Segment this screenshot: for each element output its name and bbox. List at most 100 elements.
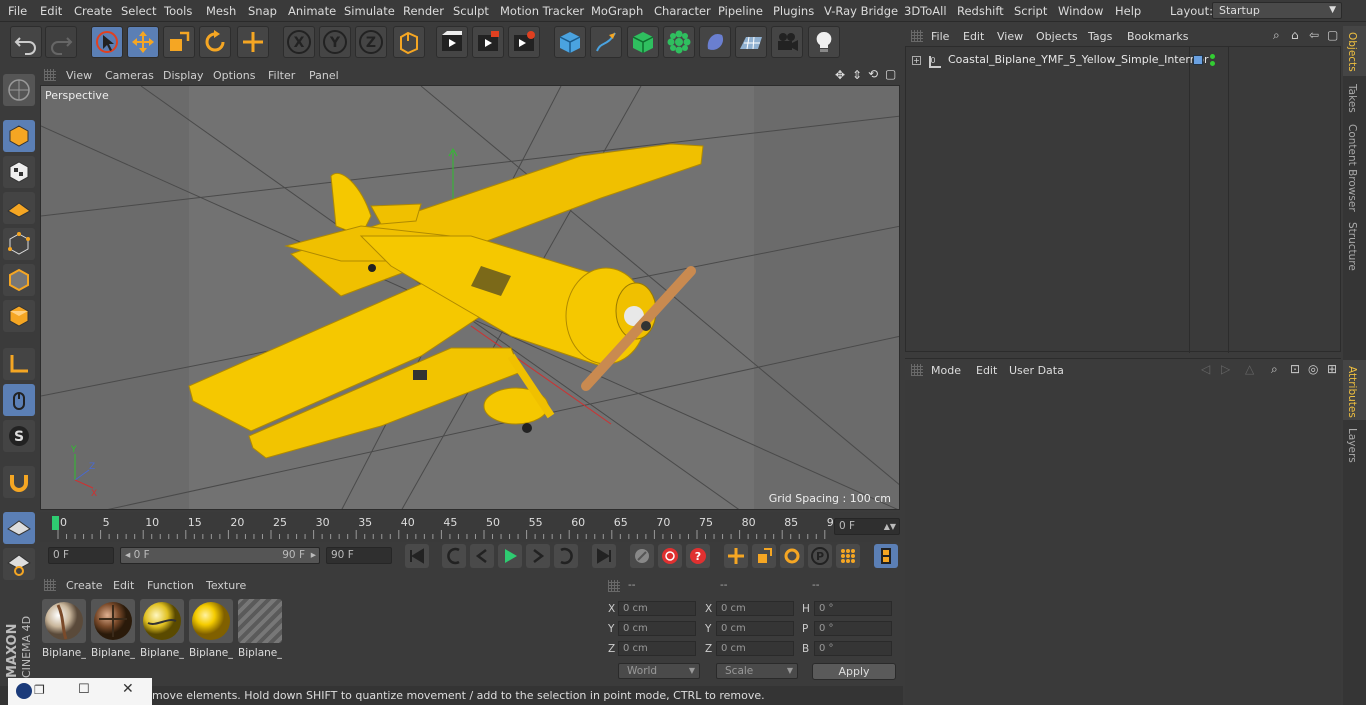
workplane-lock-icon[interactable] bbox=[3, 512, 35, 544]
axis-mode-icon[interactable] bbox=[3, 348, 35, 380]
key-scale-icon[interactable] bbox=[752, 544, 776, 568]
timeline-ruler[interactable]: 051015202530354045505560657075808590 0 F… bbox=[40, 512, 900, 542]
objects-menu-objects[interactable]: Objects bbox=[1036, 30, 1078, 43]
size-mode-select[interactable]: Scale ▼ bbox=[716, 663, 798, 679]
viewport-menu-view[interactable]: View bbox=[66, 69, 92, 82]
objects-menu-file[interactable]: File bbox=[931, 30, 949, 43]
size-z-field[interactable]: 0 cm bbox=[716, 641, 794, 656]
menu-animate[interactable]: Animate bbox=[288, 4, 336, 18]
menu-motion-tracker[interactable]: Motion Tracker bbox=[500, 4, 584, 18]
quantize-icon[interactable] bbox=[3, 548, 35, 580]
render-picture-viewer-icon[interactable] bbox=[472, 26, 504, 58]
z-axis-icon[interactable]: Z bbox=[355, 26, 387, 58]
frame-range-slider[interactable]: ◂ 0 F 90 F ▸ bbox=[120, 547, 320, 564]
material-item[interactable]: Biplane_ bbox=[140, 599, 184, 659]
floor-icon[interactable] bbox=[735, 26, 767, 58]
playhead-marker[interactable] bbox=[52, 516, 59, 530]
solo-icon[interactable]: S bbox=[3, 420, 35, 452]
menu-plugins[interactable]: Plugins bbox=[773, 4, 814, 18]
pen-icon[interactable] bbox=[590, 26, 622, 58]
up-arrow-icon[interactable]: △ bbox=[1245, 362, 1254, 376]
snap-icon[interactable] bbox=[3, 466, 35, 498]
menu-snap[interactable]: Snap bbox=[248, 4, 277, 18]
objects-menu-view[interactable]: View bbox=[997, 30, 1023, 43]
camera-icon[interactable] bbox=[771, 26, 803, 58]
drag-handle-icon[interactable] bbox=[44, 69, 56, 81]
make-editable-icon[interactable] bbox=[3, 74, 35, 106]
rotate-view-icon[interactable]: ⟲ bbox=[868, 67, 878, 81]
menu-simulate[interactable]: Simulate bbox=[344, 4, 395, 18]
scale-icon[interactable] bbox=[163, 26, 195, 58]
redo-icon[interactable] bbox=[45, 26, 77, 58]
subdivision-icon[interactable] bbox=[627, 26, 659, 58]
y-axis-icon[interactable]: Y bbox=[319, 26, 351, 58]
forward-arrow-icon[interactable]: ▷ bbox=[1221, 362, 1230, 376]
edges-mode-icon[interactable] bbox=[3, 264, 35, 296]
apply-button[interactable]: Apply bbox=[812, 663, 896, 680]
object-row[interactable]: + 0 Coastal_Biplane_YMF_5_Yellow_Simple_… bbox=[912, 53, 1209, 68]
expand-icon[interactable]: + bbox=[912, 56, 921, 65]
material-item[interactable]: Biplane_ bbox=[91, 599, 135, 659]
objects-menu-tags[interactable]: Tags bbox=[1088, 30, 1112, 43]
menu-character[interactable]: Character bbox=[654, 4, 711, 18]
attributes-menu-user-data[interactable]: User Data bbox=[1009, 364, 1064, 377]
play-icon[interactable] bbox=[498, 544, 522, 568]
deformer-icon[interactable] bbox=[699, 26, 731, 58]
viewport-menu-panel[interactable]: Panel bbox=[309, 69, 339, 82]
target-icon[interactable]: ◎ bbox=[1308, 362, 1318, 376]
dolly-view-icon[interactable]: ⇕ bbox=[852, 68, 862, 82]
previous-key-icon[interactable] bbox=[442, 544, 466, 568]
next-key-icon[interactable] bbox=[554, 544, 578, 568]
go-to-end-icon[interactable] bbox=[592, 544, 616, 568]
end-frame-field[interactable]: 90 F bbox=[326, 547, 392, 564]
lock-icon[interactable]: ⊡ bbox=[1290, 362, 1300, 376]
rotation-p-field[interactable]: 0 ° bbox=[814, 621, 892, 636]
viewport-camera-label[interactable]: Perspective bbox=[45, 89, 109, 102]
viewport-menu-cameras[interactable]: Cameras bbox=[105, 69, 154, 82]
material-item[interactable]: Biplane_ bbox=[189, 599, 233, 659]
rotation-b-field[interactable]: 0 ° bbox=[814, 641, 892, 656]
key-position-icon[interactable] bbox=[724, 544, 748, 568]
key-rotation-icon[interactable] bbox=[780, 544, 804, 568]
coordinate-mode-select[interactable]: World ▼ bbox=[618, 663, 700, 679]
workplane-mode-icon[interactable] bbox=[3, 192, 35, 224]
menu-mesh[interactable]: Mesh bbox=[206, 4, 236, 18]
light-icon[interactable] bbox=[808, 26, 840, 58]
maximize-panel-icon[interactable]: ▢ bbox=[1327, 28, 1338, 42]
tab-takes[interactable]: Takes bbox=[1346, 84, 1358, 113]
record-settings-icon[interactable] bbox=[630, 544, 654, 568]
home-icon[interactable]: ⌂ bbox=[1291, 28, 1299, 42]
viewport-menu-display[interactable]: Display bbox=[163, 69, 204, 82]
go-to-start-icon[interactable] bbox=[405, 544, 429, 568]
pan-view-icon[interactable]: ✥ bbox=[835, 68, 845, 82]
model-mode-icon[interactable] bbox=[3, 120, 35, 152]
search-icon[interactable]: ⌕ bbox=[1273, 28, 1280, 43]
rotation-h-field[interactable]: 0 ° bbox=[814, 601, 892, 616]
previous-frame-icon[interactable] bbox=[470, 544, 494, 568]
maximize-icon[interactable]: ☐ bbox=[78, 682, 90, 697]
material-item[interactable]: Biplane_ bbox=[42, 599, 86, 659]
size-y-field[interactable]: 0 cm bbox=[716, 621, 794, 636]
material-menu-texture[interactable]: Texture bbox=[206, 579, 246, 592]
drag-handle-icon[interactable] bbox=[608, 580, 620, 592]
menu-window[interactable]: Window bbox=[1058, 4, 1103, 18]
attributes-menu-mode[interactable]: Mode bbox=[931, 364, 961, 377]
transform-icon[interactable] bbox=[237, 26, 269, 58]
3d-viewport[interactable]: Y Z X Perspective Grid Spacing : 100 cm bbox=[40, 85, 900, 510]
tab-objects[interactable]: Objects bbox=[1346, 32, 1358, 72]
tab-content-browser[interactable]: Content Browser bbox=[1346, 124, 1358, 212]
current-frame-field[interactable]: 0 F ▲▼ bbox=[834, 518, 900, 535]
menu-vray-bridge[interactable]: V-Ray Bridge bbox=[824, 4, 898, 18]
render-view-icon[interactable] bbox=[436, 26, 468, 58]
menu-3dtoall[interactable]: 3DToAll bbox=[904, 4, 947, 18]
menu-script[interactable]: Script bbox=[1014, 4, 1047, 18]
object-name[interactable]: Coastal_Biplane_YMF_5_Yellow_Simple_Inte… bbox=[948, 53, 1209, 66]
position-x-field[interactable]: 0 cm bbox=[618, 601, 696, 616]
live-selection-icon[interactable] bbox=[91, 26, 123, 58]
cloner-icon[interactable] bbox=[663, 26, 695, 58]
x-axis-icon[interactable]: X bbox=[283, 26, 315, 58]
coordinate-system-icon[interactable] bbox=[393, 26, 425, 58]
objects-menu-bookmarks[interactable]: Bookmarks bbox=[1127, 30, 1188, 43]
render-visibility-dot[interactable] bbox=[1210, 61, 1215, 66]
editor-visibility-dot[interactable] bbox=[1210, 54, 1215, 59]
